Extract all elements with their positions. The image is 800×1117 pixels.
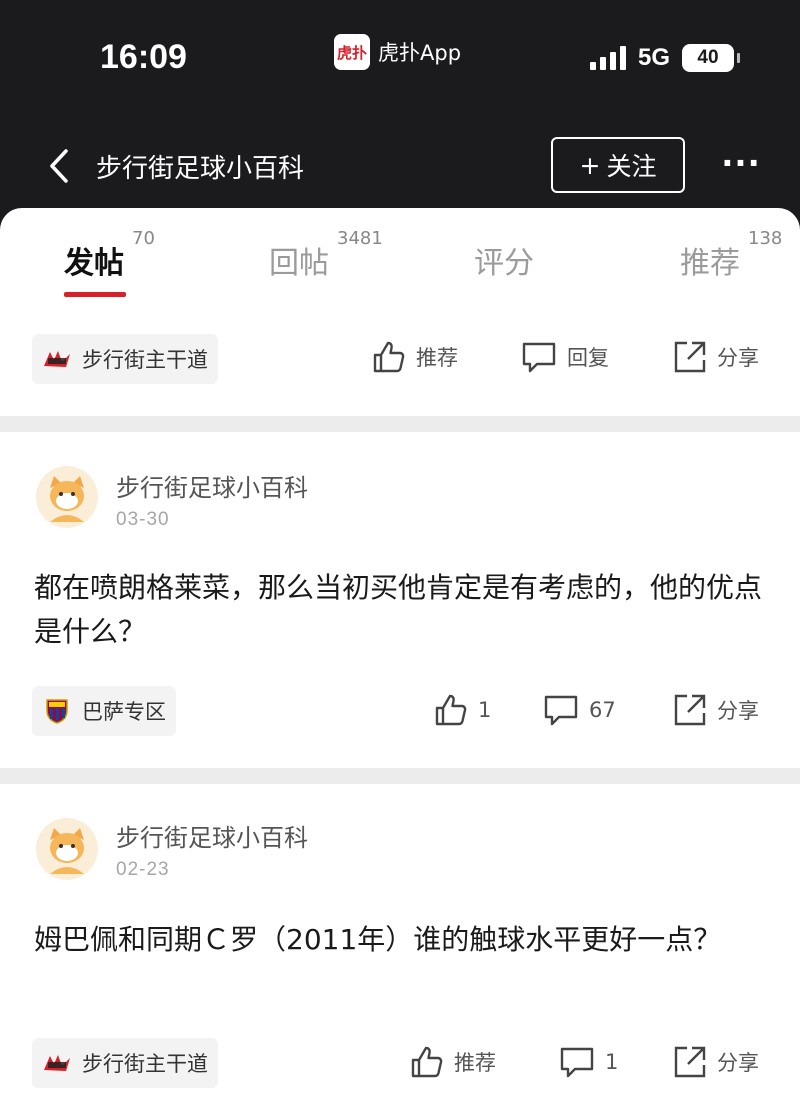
follow-button[interactable]: + 关注 — [551, 137, 685, 193]
thumbs-up-icon — [373, 341, 405, 373]
share-icon — [674, 341, 706, 373]
tab-replies[interactable]: 回帖 3481 — [269, 228, 383, 282]
chevron-left-icon — [50, 149, 68, 183]
app-name: 虎扑App — [378, 41, 462, 65]
post-card[interactable]: 步行街足球小百科 03-30 都在喷朗格莱菜，那么当初买他肯定是有考虑的，他的优… — [0, 432, 800, 768]
plus-icon: + — [579, 150, 601, 180]
battery-level: 40 — [697, 47, 719, 68]
hupu-logo-icon — [42, 347, 72, 371]
reply-count: 1 — [605, 1050, 619, 1074]
share-button[interactable]: 分享 — [673, 1045, 759, 1079]
tab-label: 回帖 — [269, 246, 329, 281]
author-name[interactable]: 步行街足球小百科 — [116, 468, 308, 503]
avatar[interactable] — [36, 466, 98, 528]
board-tag[interactable]: 步行街主干道 — [32, 334, 218, 384]
app-badge[interactable]: 虎扑 虎扑App — [334, 34, 461, 70]
tag-label: 巴萨专区 — [82, 700, 166, 724]
share-label: 分享 — [717, 1051, 759, 1075]
tab-count: 138 — [748, 228, 783, 249]
share-icon — [674, 1046, 706, 1078]
recommend-label: 推荐 — [454, 1051, 496, 1075]
tab-count: 3481 — [337, 228, 383, 249]
thumbs-up-icon — [435, 694, 467, 726]
thumbs-up-icon — [411, 1046, 443, 1078]
tab-label: 推荐 — [680, 246, 740, 281]
post-text[interactable]: 都在喷朗格莱菜，那么当初买他肯定是有考虑的，他的优点是什么？ — [34, 566, 774, 654]
follow-label: 关注 — [606, 152, 657, 181]
recommend-count: 1 — [478, 698, 492, 722]
top-header: 16:09 虎扑 虎扑App 5G 40 步行街足球小百科 + 关注 ··· — [0, 0, 800, 230]
more-options-button[interactable]: ··· — [718, 140, 764, 186]
recommend-button[interactable]: 推荐 — [372, 340, 458, 374]
battery-icon: 40 — [682, 44, 740, 72]
author-name[interactable]: 步行街足球小百科 — [116, 818, 308, 853]
hupu-app-icon: 虎扑 — [334, 34, 370, 70]
tab-label: 发帖 — [64, 246, 124, 281]
tab-count: 70 — [132, 228, 155, 249]
share-label: 分享 — [717, 699, 759, 723]
recommend-button[interactable]: 推荐 — [410, 1045, 496, 1079]
recommend-label: 推荐 — [416, 346, 458, 370]
status-time: 16:09 — [100, 38, 187, 76]
comment-icon — [560, 1047, 594, 1078]
share-label: 分享 — [717, 346, 759, 370]
reply-button[interactable]: 67 — [543, 693, 616, 727]
comment-icon — [544, 695, 578, 726]
page-title: 步行街足球小百科 — [96, 154, 305, 184]
network-type: 5G — [637, 44, 670, 71]
post-card[interactable]: 步行街主干道 推荐 回复 分享 — [0, 320, 800, 416]
board-tag[interactable]: 步行街主干道 — [32, 1038, 218, 1088]
barcelona-crest-icon — [42, 699, 72, 724]
profile-tabs: 发帖 70 回帖 3481 评分 推荐 138 — [0, 208, 800, 320]
tab-label: 评分 — [474, 246, 534, 281]
hupu-logo-icon — [42, 1051, 72, 1075]
status-indicators: 5G 40 — [589, 44, 740, 72]
share-button[interactable]: 分享 — [673, 340, 759, 374]
reply-count: 67 — [589, 698, 616, 722]
comment-icon — [522, 342, 556, 373]
signal-icon — [589, 46, 626, 70]
post-date: 03-30 — [116, 509, 170, 530]
active-tab-indicator — [64, 292, 126, 297]
board-tag[interactable]: 巴萨专区 — [32, 686, 176, 736]
share-button[interactable]: 分享 — [673, 693, 759, 727]
share-icon — [674, 694, 706, 726]
post-date: 02-23 — [116, 859, 170, 880]
post-text[interactable]: 姆巴佩和同期Ｃ罗（2011年）谁的触球水平更好一点？ — [34, 918, 774, 962]
tab-ratings[interactable]: 评分 — [474, 238, 534, 282]
reply-button[interactable]: 1 — [559, 1045, 618, 1079]
post-card[interactable]: 步行街足球小百科 02-23 姆巴佩和同期Ｃ罗（2011年）谁的触球水平更好一点… — [0, 784, 800, 1117]
reply-label: 回复 — [567, 346, 609, 370]
tab-posts[interactable]: 发帖 70 — [64, 228, 155, 297]
tag-label: 步行街主干道 — [82, 348, 208, 372]
tab-recommended[interactable]: 推荐 138 — [680, 228, 782, 282]
recommend-button[interactable]: 1 — [434, 693, 491, 727]
avatar[interactable] — [36, 818, 98, 880]
back-button[interactable] — [44, 146, 74, 186]
reply-button[interactable]: 回复 — [521, 340, 609, 374]
tag-label: 步行街主干道 — [82, 1052, 208, 1076]
